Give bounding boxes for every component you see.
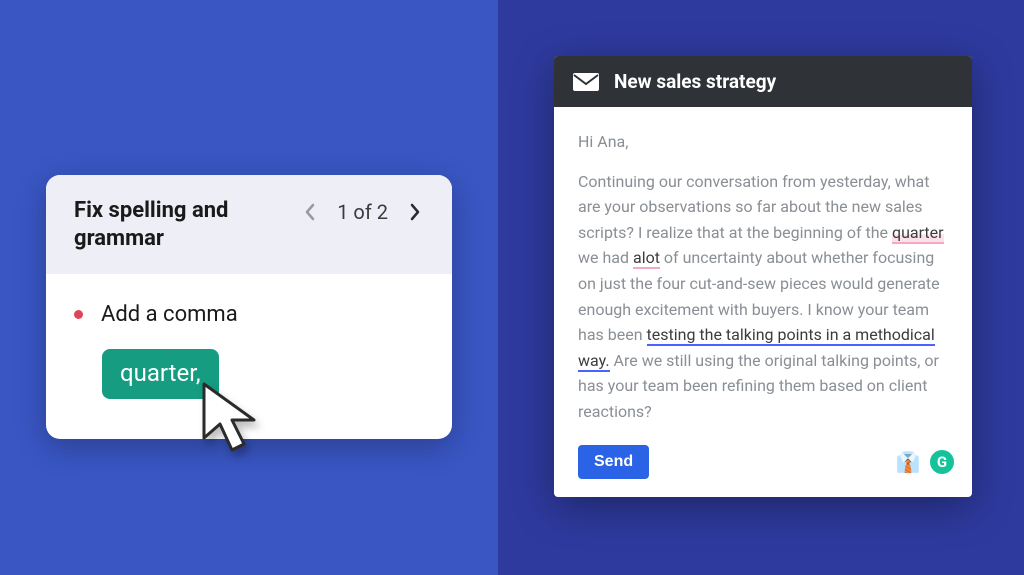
right-pane: New sales strategy Hi Ana, Continuing ou… — [498, 0, 1024, 575]
left-pane: Fix spelling and grammar 1 of 2 Add a co… — [0, 0, 498, 575]
email-header: New sales strategy — [554, 56, 972, 107]
chevron-left-icon[interactable] — [297, 199, 323, 225]
highlight-spelling-1[interactable]: quarter — [892, 223, 944, 244]
email-body-text: Continuing our conversation from yesterd… — [578, 169, 948, 425]
suggestion-title: Fix spelling and grammar — [74, 197, 274, 252]
footer-icons: 👔 G — [896, 450, 954, 474]
email-compose-card: New sales strategy Hi Ana, Continuing ou… — [554, 56, 972, 497]
grammarly-icon[interactable]: G — [930, 450, 954, 474]
suggestion-card-body: Add a comma quarter, — [46, 274, 452, 439]
email-subject: New sales strategy — [614, 70, 776, 93]
suggestion-card: Fix spelling and grammar 1 of 2 Add a co… — [46, 175, 452, 439]
pager-count: 1 of 2 — [337, 200, 388, 224]
send-button[interactable]: Send — [578, 445, 649, 479]
body-seg-1b: we had — [578, 248, 633, 267]
body-seg-1d: Are we still using the original talking … — [578, 351, 939, 421]
suggestion-card-header: Fix spelling and grammar 1 of 2 — [46, 175, 452, 274]
suggestion-pager: 1 of 2 — [297, 199, 428, 225]
email-footer: Send 👔 G — [554, 441, 972, 497]
email-greeting: Hi Ana, — [578, 129, 948, 155]
suggestion-label: Add a comma — [101, 302, 238, 327]
tone-icon[interactable]: 👔 — [896, 450, 920, 474]
email-body[interactable]: Hi Ana, Continuing our conversation from… — [554, 107, 972, 441]
suggestion-bullet-row: Add a comma — [74, 302, 424, 327]
apply-suggestion-button[interactable]: quarter, — [102, 349, 219, 399]
envelope-icon — [572, 72, 600, 92]
issue-dot-icon — [74, 310, 83, 319]
highlight-spelling-2[interactable]: alot — [633, 248, 660, 269]
body-seg-1a: Continuing our conversation from yesterd… — [578, 172, 929, 242]
chevron-right-icon[interactable] — [402, 199, 428, 225]
